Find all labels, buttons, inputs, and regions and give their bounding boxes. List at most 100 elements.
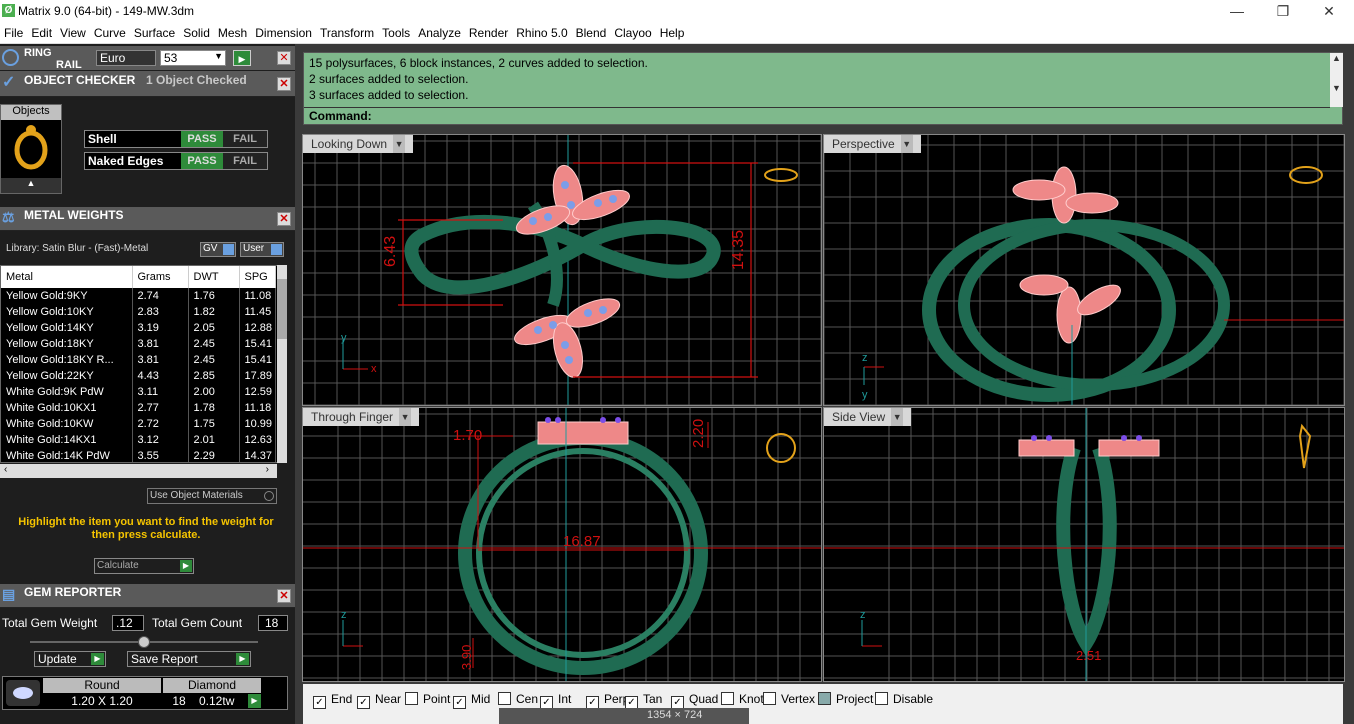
table-cell: 15.41 [239,352,276,368]
axis-x-label: x [371,363,377,375]
view-cube-icon[interactable] [764,168,798,182]
minimize-button[interactable]: — [1214,1,1260,21]
menu-dimension[interactable]: Dimension [251,23,316,40]
snap-label: Vertex [781,692,816,706]
checkbox-icon[interactable]: ✓ [453,696,466,709]
menu-view[interactable]: View [56,23,90,40]
snap-end[interactable]: ✓ End [313,692,352,709]
snap-near[interactable]: ✓ Near [357,692,401,709]
viewport-through-finger[interactable]: 1.70 2.20 16.87 3.90 z Through Finger ▼ [302,407,822,682]
table-row[interactable]: Yellow Gold:18KY R... 3.81 2.45 15.41 [1,352,276,368]
calculate-button[interactable]: Calculate ▶ [94,558,194,574]
menu-blend[interactable]: Blend [572,23,611,40]
table-row[interactable]: White Gold:14K PdW 3.55 2.29 14.37 [1,448,276,462]
menu-help[interactable]: Help [656,23,689,40]
update-button[interactable]: Update ▶ [34,651,106,667]
view-cube-icon[interactable] [1298,423,1312,469]
column-dwt[interactable]: DWT [188,266,240,288]
viewport-title-through-finger[interactable]: Through Finger ▼ [303,408,420,426]
snap-tan[interactable]: ✓ Tan [625,692,662,709]
table-vertical-scrollbar[interactable] [277,265,287,463]
title-bar: Ø Matrix 9.0 (64-bit) - 149-MW.3dm — ❐ ✕ [0,0,1354,23]
snap-vertex[interactable]: Vertex [763,692,815,706]
checkbox-icon[interactable] [763,692,776,705]
table-row[interactable]: White Gold:10KW 2.72 1.75 10.99 [1,416,276,432]
snap-point[interactable]: Point [405,692,450,706]
play-icon[interactable]: ▶ [248,694,261,708]
gem-slider-handle[interactable] [138,636,150,648]
play-icon[interactable]: ▶ [233,50,251,66]
menu-file[interactable]: File [0,23,27,40]
menu-tools[interactable]: Tools [378,23,414,40]
scroll-up-icon[interactable]: ▲ [1330,53,1343,63]
close-metal-weights-icon[interactable]: ✕ [277,212,291,226]
ring-size-select[interactable]: 53 ▼ [160,50,226,66]
report-icon: ▤ [2,586,16,602]
command-prompt[interactable]: Command: [304,107,1330,125]
snap-project[interactable]: Project [818,692,873,706]
menu-transform[interactable]: Transform [316,23,378,40]
close-object-checker-icon[interactable]: ✕ [277,77,291,91]
viewport-title-side-view[interactable]: Side View ▼ [824,408,912,426]
table-row[interactable]: Yellow Gold:18KY 3.81 2.45 15.41 [1,336,276,352]
view-cube-icon[interactable] [1289,166,1323,184]
close-window-button[interactable]: ✕ [1306,1,1352,21]
dim-14-35: 14.35 [730,230,747,270]
viewport-looking-down[interactable]: 6.43 14.35 x y Looking Down ▼ [302,134,822,406]
table-row[interactable]: Yellow Gold:9KY 2.74 1.76 11.08 [1,288,276,304]
scroll-right-icon[interactable]: › [266,464,269,475]
checkbox-icon[interactable]: ✓ [313,696,326,709]
viewport-title-perspective[interactable]: Perspective ▼ [824,135,921,153]
checkbox-icon[interactable]: ✓ [357,696,370,709]
snap-perp[interactable]: ✓ Perp [586,692,629,709]
menu-surface[interactable]: Surface [130,23,179,40]
table-row[interactable]: Yellow Gold:14KY 3.19 2.05 12.88 [1,320,276,336]
table-row[interactable]: Yellow Gold:22KY 4.43 2.85 17.89 [1,368,276,384]
viewport-title-looking-down[interactable]: Looking Down ▼ [303,135,414,153]
scroll-thumb[interactable] [277,279,287,339]
checkbox-icon[interactable] [875,692,888,705]
viewport-perspective[interactable]: z y Perspective ▼ [823,134,1345,406]
snap-cen[interactable]: Cen [498,692,538,706]
scroll-down-icon[interactable]: ▼ [1330,83,1343,93]
checkbox-icon[interactable] [405,692,418,705]
close-ring-rail-icon[interactable]: ✕ [277,51,291,65]
menu-clayoo[interactable]: Clayoo [610,23,655,40]
snap-disable[interactable]: Disable [875,692,933,706]
column-grams[interactable]: Grams [132,266,189,288]
viewport-side-view[interactable]: 2.51 z Side View ▼ [823,407,1345,682]
gv-toggle[interactable]: GV [200,242,236,257]
menu-render[interactable]: Render [465,23,512,40]
menu-rhino[interactable]: Rhino 5.0 [512,23,571,40]
table-horizontal-scrollbar[interactable]: ‹ › [0,464,277,478]
table-cell: Yellow Gold:18KY [1,336,133,352]
menu-edit[interactable]: Edit [27,23,56,40]
gem-row[interactable]: Round 1.20 X 1.20 Diamond 18 0.12tw ▶ [2,676,288,710]
column-spg[interactable]: SPG [239,266,276,288]
menu-mesh[interactable]: Mesh [214,23,251,40]
close-gem-reporter-icon[interactable]: ✕ [277,589,291,603]
user-toggle[interactable]: User [240,242,284,257]
snap-quad[interactable]: ✓ Quad [671,692,718,709]
size-system-select[interactable]: Euro [96,50,156,66]
menu-solid[interactable]: Solid [179,23,214,40]
use-object-materials-toggle[interactable]: Use Object Materials [147,488,277,504]
snap-int[interactable]: ✓ Int [540,692,571,709]
checkbox-icon[interactable] [498,692,511,705]
command-scrollbar[interactable]: ▲ ▼ [1330,53,1343,107]
snap-knot[interactable]: Knot [721,692,764,706]
checkbox-icon[interactable] [721,692,734,705]
table-row[interactable]: White Gold:9K PdW 3.11 2.00 12.59 [1,384,276,400]
collapse-up-icon[interactable]: ▲ [1,178,61,193]
column-metal[interactable]: Metal [1,266,133,288]
table-row[interactable]: Yellow Gold:10KY 2.83 1.82 11.45 [1,304,276,320]
save-report-button[interactable]: Save Report ▶ [127,651,251,667]
menu-curve[interactable]: Curve [90,23,130,40]
table-row[interactable]: White Gold:14KX1 3.12 2.01 12.63 [1,432,276,448]
maximize-button[interactable]: ❐ [1260,1,1306,21]
table-row[interactable]: White Gold:10KX1 2.77 1.78 11.18 [1,400,276,416]
snap-mid[interactable]: ✓ Mid [453,692,490,709]
checkbox-icon[interactable] [818,692,831,705]
menu-analyze[interactable]: Analyze [414,23,465,40]
scroll-left-icon[interactable]: ‹ [4,464,7,475]
